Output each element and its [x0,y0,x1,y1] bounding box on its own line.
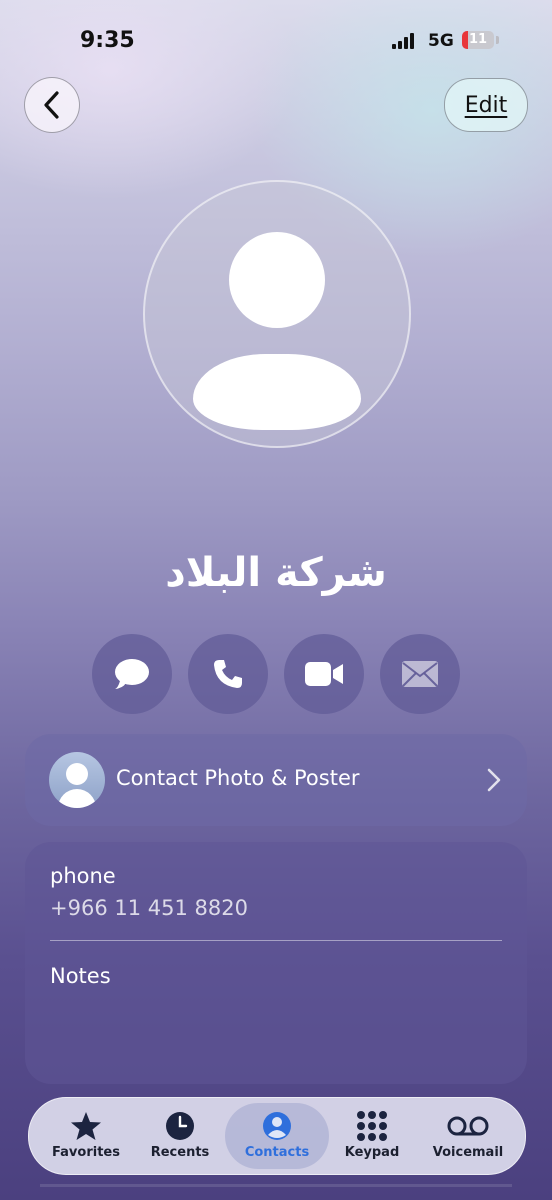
status-bar: 9:35 5G 11 [0,0,552,80]
poster-avatar-icon [49,752,105,808]
contact-name: شركة البلاد [165,550,387,596]
video-camera-icon [305,662,343,686]
notes-field[interactable]: Notes [50,964,111,988]
keypad-icon [357,1111,387,1141]
tab-label: Voicemail [432,1145,504,1160]
message-button[interactable] [92,634,172,714]
divider [50,940,502,941]
contact-actions [92,634,462,716]
contact-avatar[interactable] [143,180,411,448]
tab-label: Favorites [52,1145,120,1160]
tab-contacts[interactable]: Contacts [228,1098,326,1174]
call-button[interactable] [188,634,268,714]
message-bubble-icon [115,659,149,689]
clock-icon [166,1112,194,1140]
home-indicator [40,1184,512,1187]
chevron-right-icon [487,768,501,792]
phone-icon [214,660,242,688]
network-type: 5G [428,31,454,51]
tab-voicemail[interactable]: Voicemail [419,1098,517,1174]
envelope-icon [402,661,438,687]
phone-number[interactable]: +966 11 451 8820 [50,896,248,920]
star-icon [71,1112,101,1140]
contact-photo-poster-row[interactable]: Contact Photo & Poster [25,734,527,826]
tab-keypad[interactable]: Keypad [323,1098,421,1174]
poster-label: Contact Photo & Poster [116,766,360,790]
tab-label: Contacts [244,1145,310,1160]
battery-level: 11 [468,32,488,47]
tab-favorites[interactable]: Favorites [37,1098,135,1174]
edit-button[interactable]: Edit [444,78,528,132]
battery-icon: 11 [462,31,494,49]
video-button[interactable] [284,634,364,714]
tab-recents[interactable]: Recents [131,1098,229,1174]
mail-button[interactable] [380,634,460,714]
chevron-left-icon [44,91,59,119]
status-time: 9:35 [80,28,135,53]
voicemail-icon [447,1116,489,1136]
person-silhouette-icon [229,232,325,328]
tab-label: Keypad [344,1145,400,1160]
phone-label: phone [50,864,116,888]
tab-label: Recents [150,1145,210,1160]
back-button[interactable] [24,77,80,133]
signal-icon [392,33,418,49]
person-circle-icon [263,1112,291,1140]
contact-info-card: phone +966 11 451 8820 Notes [25,842,527,1084]
tab-bar: Favorites Recents Contacts Keypad Voicem… [28,1097,526,1175]
